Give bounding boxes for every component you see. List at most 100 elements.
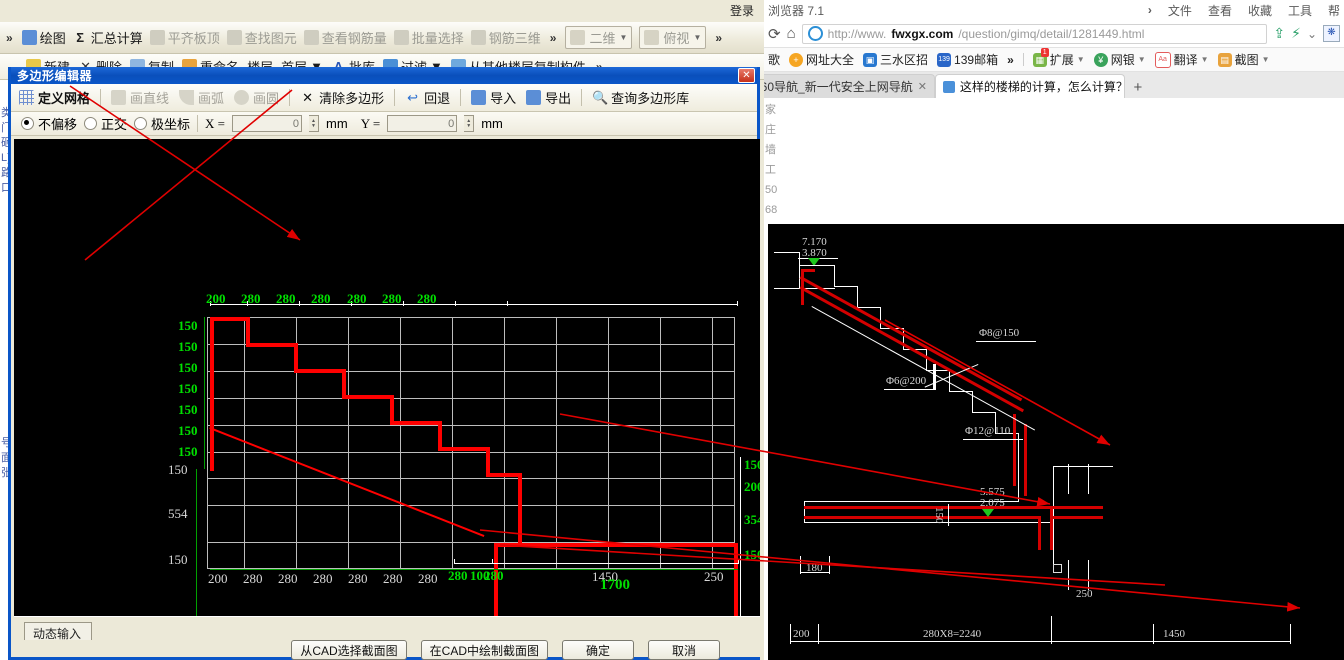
menu-overflow-icon[interactable]: › <box>1148 3 1152 17</box>
extension-2[interactable]: Aa 翻译 ▼ <box>1154 51 1209 68</box>
x-input[interactable]: 0 <box>232 115 303 132</box>
reload-icon[interactable]: ⟳ <box>768 25 781 43</box>
tool-clear-polygon[interactable]: ✕ 清除多边形 <box>300 88 384 107</box>
menu-favorites[interactable]: 收藏 <box>1248 2 1272 19</box>
tool-define-grid-label: 定义网格 <box>38 91 91 106</box>
close-icon[interactable]: ✕ <box>918 80 927 93</box>
bookmark-1[interactable]: + 网址大全 <box>789 51 854 68</box>
radio-orthogonal[interactable]: 正交 <box>84 114 127 133</box>
view-angle-combo[interactable]: 俯视 ▼ <box>639 26 707 49</box>
lightning-icon[interactable]: ⚡ <box>1291 25 1301 42</box>
y-input[interactable]: 0 <box>387 115 458 132</box>
bottom-overlap-0: 280 <box>448 568 468 583</box>
bottom-dim-4: 280 <box>348 571 368 586</box>
extension-2-label: 翻译 <box>1173 53 1198 67</box>
tool-import-label: 导入 <box>490 91 517 106</box>
y-stepper[interactable]: ▲ ▼ <box>464 115 475 132</box>
new-tab-button[interactable]: + <box>1125 76 1151 98</box>
tool-import[interactable]: 导入 <box>471 88 516 107</box>
tool-query-polygon-library-label: 查询多边形库 <box>611 91 690 106</box>
dialog-toolbar: 定义网格 画直线 画弧 画圆 ✕ 清除多边形 ↩ 回退 导入 导出 🔍 查询多边… <box>11 84 757 112</box>
url-input[interactable]: http://www. fwxgx.com /question/gimq/det… <box>801 23 1268 44</box>
toolbar-item-view-rebar-qty[interactable]: 查看钢筋量 <box>303 28 387 47</box>
divider <box>394 89 396 106</box>
menu-file[interactable]: 文件 <box>1168 2 1192 19</box>
cancel-button[interactable]: 取消 <box>648 640 720 660</box>
toolbar-item-find-element[interactable]: 查找图元 <box>226 28 297 47</box>
chevron-down-icon[interactable]: ▼ <box>1201 55 1209 64</box>
toolbar-overflow-mid-icon[interactable]: » <box>548 31 559 45</box>
radio-orthogonal-dot <box>84 117 98 130</box>
line-icon <box>111 90 127 105</box>
left-dim-w-2: 150 <box>168 552 188 567</box>
dim-bottom-280x8: 280X8=2240 <box>923 628 982 640</box>
radio-no-offset[interactable]: 不偏移 <box>21 114 77 133</box>
extension-1-label: 网银 <box>1110 53 1135 67</box>
chevron-down-icon[interactable]: ▼ <box>1077 55 1085 64</box>
bookmark-3-label: 139邮箱 <box>954 53 999 67</box>
divider <box>197 115 199 132</box>
app-main-toolbar: » 绘图 Σ 汇总计算 平齐板顶 查找图元 查看钢筋量 批量选择 钢筋三维 » … <box>0 22 764 54</box>
view-mode-combo[interactable]: 二维 ▼ <box>565 26 633 49</box>
chevron-down-icon[interactable]: ▼ <box>1138 55 1146 64</box>
bookmark-2[interactable]: ▣ 三水区招 <box>863 51 928 68</box>
chevron-down-icon[interactable]: ▼ <box>1262 55 1270 64</box>
dialog-title-bar[interactable]: 多边形编辑器 ✕ <box>11 67 757 84</box>
toolbar-item-rebar-3d[interactable]: 钢筋三维 <box>470 28 541 47</box>
toolbar-item-batch-select[interactable]: 批量选择 <box>393 28 464 47</box>
toolbar-item-summary-calc[interactable]: Σ 汇总计算 <box>73 28 142 47</box>
top-dim-4: 280 <box>347 291 367 306</box>
bookmarks-overflow-icon[interactable]: » <box>1007 53 1014 67</box>
tool-query-polygon-library[interactable]: 🔍 查询多边形库 <box>592 88 689 107</box>
login-link[interactable]: 登录 <box>726 0 758 21</box>
bottom-span-2: 250 <box>704 569 724 584</box>
toolbar-item-align-slab-top[interactable]: 平齐板顶 <box>149 28 220 47</box>
bookmark-0[interactable]: 歌 <box>768 51 780 68</box>
paw-icon[interactable]: ❋ <box>1323 25 1340 42</box>
radio-polar[interactable]: 极坐标 <box>134 114 190 133</box>
tool-export[interactable]: 导出 <box>526 88 571 107</box>
tool-draw-arc[interactable]: 画弧 <box>179 88 224 107</box>
x-stepper[interactable]: ▲ ▼ <box>309 115 320 132</box>
toolbar-overflow-left-icon[interactable]: » <box>4 31 15 45</box>
polygon-drawing-canvas[interactable]: 200 280 280 280 280 280 280 150 150 150 … <box>14 139 760 616</box>
left-dim-w-1: 554 <box>168 506 188 521</box>
bookmark-3[interactable]: 139 139邮箱 <box>937 51 998 68</box>
ok-button[interactable]: 确定 <box>562 640 634 660</box>
menu-tools[interactable]: 工具 <box>1288 2 1312 19</box>
extension-0[interactable]: ▦ 扩展 1 ▼ <box>1032 48 1085 68</box>
browser-window: 浏览器 7.1 › 文件 查看 收藏 工具 帮 ⟳ ⌂ http://www. … <box>764 0 1344 660</box>
extension-3[interactable]: ▤ 截图 ▼ <box>1217 51 1270 68</box>
tab-360-nav[interactable]: 360导航_新一代安全上网导航 ✕ <box>764 74 935 98</box>
bank-icon: ¥ <box>1093 52 1108 67</box>
radio-polar-dot <box>134 117 148 130</box>
tool-draw-line[interactable]: 画直线 <box>111 88 169 107</box>
bookmark-1-icon: + <box>789 52 804 67</box>
tab-stair-question[interactable]: 这样的楼梯的计算，怎么计算？ ✕ <box>934 74 1125 98</box>
site-icon <box>807 26 823 41</box>
dim-150-mid: 150 <box>933 507 945 524</box>
right-dim-1: 200 <box>744 479 760 494</box>
undo-icon: ↩ <box>407 90 419 105</box>
menu-view[interactable]: 查看 <box>1208 2 1232 19</box>
share-icon[interactable]: ⇪ <box>1273 25 1285 42</box>
radio-orthogonal-label: 正交 <box>101 117 128 132</box>
page-fragment-3: 68 <box>765 204 778 216</box>
chevron-down-icon[interactable]: ⌄ <box>1307 27 1317 41</box>
draw-section-in-cad-button[interactable]: 在CAD中绘制截面图 <box>420 640 548 660</box>
tool-undo[interactable]: ↩ 回退 <box>405 88 450 107</box>
tab-dynamic-input[interactable]: 动态输入 <box>24 622 93 641</box>
select-section-from-cad-button[interactable]: 从CAD选择截面图 <box>291 640 407 660</box>
menu-help[interactable]: 帮 <box>1328 2 1340 19</box>
tool-draw-circle[interactable]: 画圆 <box>234 88 279 107</box>
radio-polar-label: 极坐标 <box>151 117 191 132</box>
toolbar-item-draw[interactable]: 绘图 <box>21 28 66 47</box>
home-icon[interactable]: ⌂ <box>787 25 796 42</box>
browser-title-bar: 浏览器 7.1 › 文件 查看 收藏 工具 帮 <box>764 0 1344 20</box>
rebar-label-0: Φ8@150 <box>979 327 1020 339</box>
close-icon[interactable]: ✕ <box>738 68 755 83</box>
extension-1[interactable]: ¥ 网银 ▼ <box>1093 51 1146 68</box>
tool-define-grid[interactable]: 定义网格 <box>19 88 90 107</box>
x-unit: mm <box>326 116 348 131</box>
toolbar-overflow-right-icon[interactable]: » <box>713 31 724 45</box>
